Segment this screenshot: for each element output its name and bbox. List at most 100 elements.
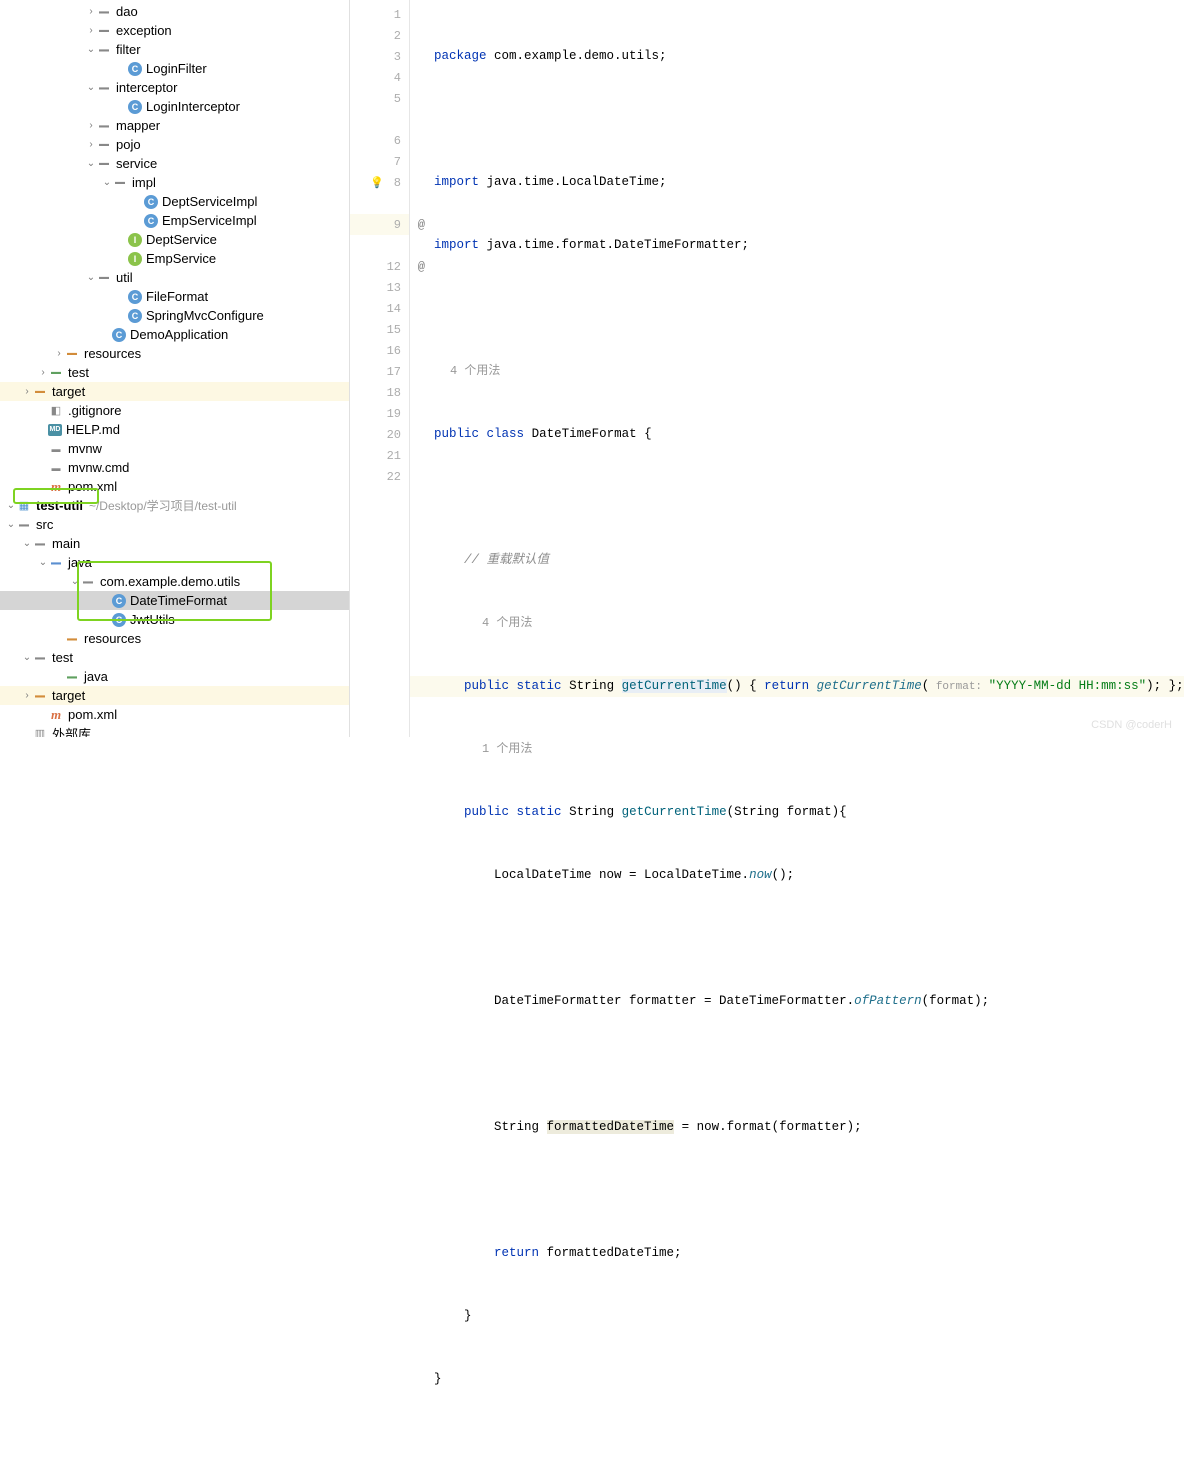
gutter: 1234567891213141516171819202122 — [350, 0, 410, 737]
tree-item-DeptService[interactable]: DeptService — [0, 230, 349, 249]
tree-arrow[interactable] — [86, 6, 96, 17]
tree-arrow[interactable] — [86, 272, 96, 283]
tree-arrow[interactable] — [102, 177, 112, 188]
tree-arrow[interactable] — [38, 557, 48, 568]
tree-item-dao[interactable]: dao — [0, 2, 349, 21]
tree-item-LoginInterceptor[interactable]: LoginInterceptor — [0, 97, 349, 116]
tree-item-DateTimeFormat[interactable]: DateTimeFormat — [0, 591, 349, 610]
tree-item-com-example-demo-utils[interactable]: com.example.demo.utils — [0, 572, 349, 591]
line-number[interactable]: 21 — [350, 445, 409, 466]
line-number[interactable]: 7 — [350, 151, 409, 172]
tree-item-java[interactable]: java — [0, 667, 349, 686]
code-area[interactable]: package com.example.demo.utils; import j… — [410, 0, 1184, 737]
tree-item-HELP-md[interactable]: HELP.md — [0, 420, 349, 439]
maven-icon — [48, 707, 64, 723]
bulb-icon[interactable] — [370, 176, 384, 190]
line-number[interactable]: 3 — [350, 46, 409, 67]
tree-item-SpringMvcConfigure[interactable]: SpringMvcConfigure — [0, 306, 349, 325]
tree-arrow[interactable] — [70, 576, 80, 587]
class-icon — [112, 594, 126, 608]
tree-item-interceptor[interactable]: interceptor — [0, 78, 349, 97]
line-number[interactable]: 15 — [350, 319, 409, 340]
line-number[interactable]: 18 — [350, 382, 409, 403]
line-number[interactable]: 4 — [350, 67, 409, 88]
tree-item-exception[interactable]: exception — [0, 21, 349, 40]
line-number[interactable]: 22 — [350, 466, 409, 487]
line-number[interactable]: 2 — [350, 25, 409, 46]
tree-label: src — [36, 517, 53, 532]
tree-arrow[interactable] — [38, 367, 48, 378]
tree-item-EmpServiceImpl[interactable]: EmpServiceImpl — [0, 211, 349, 230]
line-number[interactable]: 19 — [350, 403, 409, 424]
line-number[interactable]: 8 — [350, 172, 409, 193]
tree-label: DemoApplication — [130, 327, 228, 342]
tree-arrow[interactable] — [86, 44, 96, 55]
tree-label: dao — [116, 4, 138, 19]
tree-item-DeptServiceImpl[interactable]: DeptServiceImpl — [0, 192, 349, 211]
tree-item-mapper[interactable]: mapper — [0, 116, 349, 135]
tree-arrow[interactable] — [22, 386, 32, 397]
line-number[interactable]: 14 — [350, 298, 409, 319]
usage-hint[interactable]: 4 个用法 — [434, 361, 1184, 382]
tree-item-pom-xml[interactable]: pom.xml — [0, 477, 349, 496]
line-number[interactable]: 12 — [350, 256, 409, 277]
folder-icon — [112, 175, 128, 191]
tree-arrow[interactable] — [22, 652, 32, 663]
folder-icon — [96, 270, 112, 286]
tree-item-java[interactable]: java — [0, 553, 349, 572]
tree-label: exception — [116, 23, 172, 38]
tree-item-EmpService[interactable]: EmpService — [0, 249, 349, 268]
line-number[interactable]: 20 — [350, 424, 409, 445]
tree-item-test-util[interactable]: test-util~/Desktop/学习项目/test-util — [0, 496, 349, 515]
tree-item-resources[interactable]: resources — [0, 344, 349, 363]
tree-arrow[interactable] — [54, 348, 64, 359]
line-number[interactable]: 13 — [350, 277, 409, 298]
tree-item-LoginFilter[interactable]: LoginFilter — [0, 59, 349, 78]
tree-item-main[interactable]: main — [0, 534, 349, 553]
tree-item-filter[interactable]: filter — [0, 40, 349, 59]
tree-arrow[interactable] — [86, 120, 96, 131]
line-number[interactable]: 9 — [350, 214, 409, 235]
line-number[interactable]: 17 — [350, 361, 409, 382]
tree-arrow[interactable] — [6, 519, 16, 530]
tree-label: pom.xml — [68, 707, 117, 722]
tree-label: resources — [84, 346, 141, 361]
usage-hint[interactable]: 1 个用法 — [434, 739, 1184, 760]
tree-item-mvnw[interactable]: mvnw — [0, 439, 349, 458]
class-icon — [144, 214, 158, 228]
tree-item-pom-xml[interactable]: pom.xml — [0, 705, 349, 724]
tree-arrow[interactable] — [22, 690, 32, 701]
maven-icon — [48, 479, 64, 495]
tree-item-src[interactable]: src — [0, 515, 349, 534]
tree-item--gitignore[interactable]: .gitignore — [0, 401, 349, 420]
tree-arrow[interactable] — [86, 25, 96, 36]
tree-item-FileFormat[interactable]: FileFormat — [0, 287, 349, 306]
tree-label: EmpServiceImpl — [162, 213, 257, 228]
line-number[interactable]: 6 — [350, 130, 409, 151]
tree-item-JwtUtils[interactable]: JwtUtils — [0, 610, 349, 629]
usage-hint[interactable]: 4 个用法 — [434, 613, 1184, 634]
tree-item-service[interactable]: service — [0, 154, 349, 173]
tree-item-test[interactable]: test — [0, 648, 349, 667]
tree-label: util — [116, 270, 133, 285]
tree-item----[interactable]: 外部库 — [0, 724, 349, 737]
tree-arrow[interactable] — [86, 82, 96, 93]
tree-item-DemoApplication[interactable]: DemoApplication — [0, 325, 349, 344]
line-number[interactable]: 16 — [350, 340, 409, 361]
tree-item-test[interactable]: test — [0, 363, 349, 382]
tree-item-mvnw-cmd[interactable]: mvnw.cmd — [0, 458, 349, 477]
project-tree[interactable]: dao exception filterLoginFilterinterceptor… — [0, 0, 350, 737]
current-line[interactable]: public static String getCurrentTime() { … — [410, 676, 1184, 697]
line-number[interactable]: 5 — [350, 88, 409, 109]
tree-item-util[interactable]: util — [0, 268, 349, 287]
line-number[interactable]: 1 — [350, 4, 409, 25]
tree-arrow[interactable] — [6, 500, 16, 511]
tree-item-impl[interactable]: impl — [0, 173, 349, 192]
tree-arrow[interactable] — [86, 139, 96, 150]
tree-item-resources[interactable]: resources — [0, 629, 349, 648]
tree-arrow[interactable] — [22, 538, 32, 549]
tree-item-target[interactable]: target — [0, 382, 349, 401]
tree-item-pojo[interactable]: pojo — [0, 135, 349, 154]
tree-arrow[interactable] — [86, 158, 96, 169]
tree-item-target[interactable]: target — [0, 686, 349, 705]
